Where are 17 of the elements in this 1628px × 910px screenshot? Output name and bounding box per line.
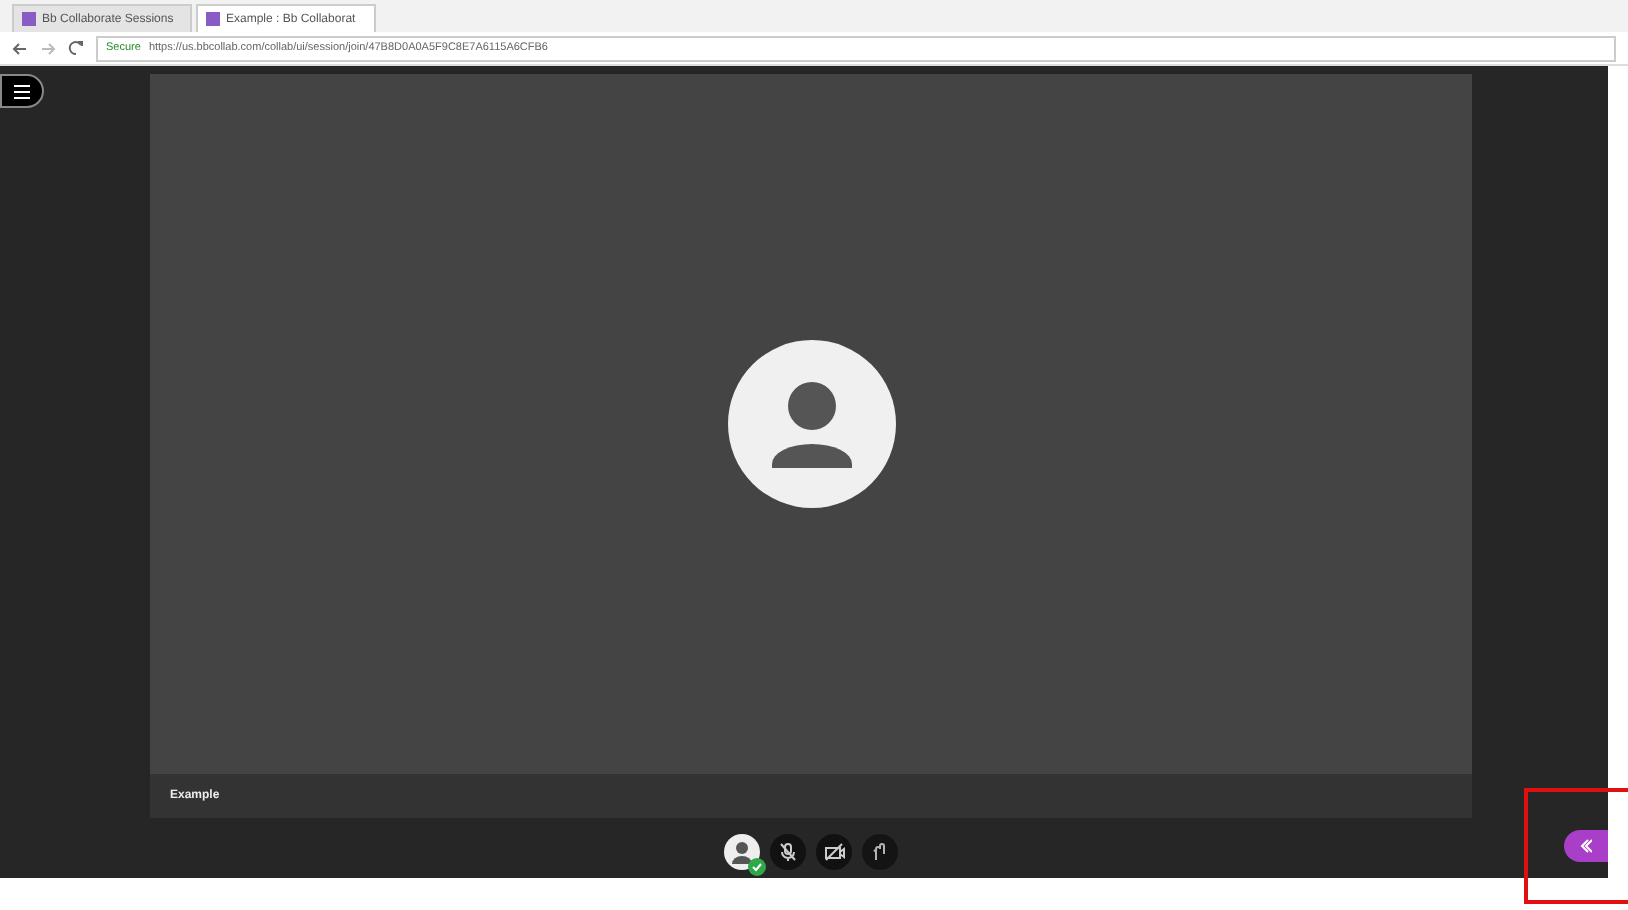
- camera-button[interactable]: [816, 834, 852, 870]
- person-icon: [730, 840, 754, 864]
- avatar-icon: [727, 340, 895, 508]
- muted-microphone-icon: [778, 842, 798, 862]
- reload-icon[interactable]: [68, 40, 84, 56]
- hand-button[interactable]: [862, 834, 898, 870]
- menu-button[interactable]: [0, 74, 44, 108]
- hand-icon: [870, 842, 890, 862]
- my-status-button[interactable]: [724, 834, 760, 870]
- tab-favicon-icon: [206, 12, 220, 26]
- menu-icon: [12, 83, 32, 99]
- back-icon[interactable]: [12, 41, 28, 55]
- mic-button[interactable]: [770, 834, 806, 870]
- tab-favicon-icon: [22, 12, 36, 26]
- open-panel-button[interactable]: [1564, 830, 1608, 862]
- double-chevron-icon: [1580, 838, 1592, 854]
- camera-off-icon: [823, 842, 845, 862]
